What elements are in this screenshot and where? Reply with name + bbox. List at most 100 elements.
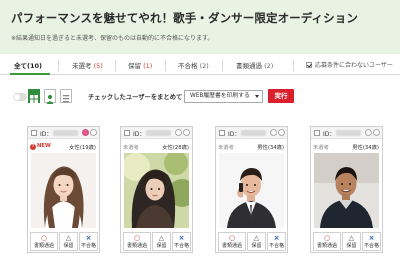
tab-count: (2): [264, 62, 274, 70]
applicant-photo[interactable]: [219, 153, 284, 228]
pass-button[interactable]: ○ 書類通過: [218, 232, 246, 251]
card-header: ID：: [121, 127, 192, 139]
applicant-card[interactable]: ID： 未選考 女性(28歳) ○ 書類通過 △ 保留 × 不合格: [120, 126, 193, 253]
circle-icon: ○: [133, 234, 141, 242]
list-view-button[interactable]: [60, 89, 72, 103]
hold-button[interactable]: △ 保留: [342, 232, 361, 251]
pass-button[interactable]: ○ 書類通過: [30, 232, 58, 251]
woman-outdoor-photo: [124, 153, 189, 228]
triangle-icon: △: [348, 234, 355, 242]
circle-icon: ○: [40, 234, 48, 242]
tab-count: (10): [27, 62, 42, 70]
woman-long-hair-photo: [31, 153, 96, 228]
redacted-id: [241, 130, 266, 136]
card-actions: ○ 書類通過 △ 保留 × 不合格: [30, 232, 98, 251]
hold-label: 保留: [251, 243, 262, 249]
hold-button[interactable]: △ 保留: [152, 232, 171, 251]
pass-label: 書類通過: [126, 243, 147, 249]
applicant-card[interactable]: ID： 未選考 男性(34歳) ○ 書類通過 △ 保留 × 不合格: [215, 126, 288, 253]
pass-label: 書類通過: [221, 243, 242, 249]
favorite-icon[interactable]: [270, 129, 277, 136]
tab-hold[interactable]: 保留 (1): [128, 60, 152, 70]
triangle-icon: △: [158, 234, 165, 242]
memo-icon[interactable]: [278, 129, 285, 136]
tab-label: 不合格: [178, 62, 198, 70]
pass-label: 書類通過: [33, 243, 54, 249]
applicant-photo[interactable]: [314, 153, 379, 228]
grid-icon: [30, 95, 38, 103]
triangle-icon: △: [65, 234, 72, 242]
tab-count: (5): [93, 62, 103, 70]
pass-button[interactable]: ○ 書類通過: [123, 232, 151, 251]
tab-label: 未選考: [72, 62, 92, 70]
reject-label: 不合格: [80, 243, 96, 249]
grid-view-button[interactable]: [28, 89, 40, 103]
tab-all[interactable]: 全て(10): [14, 60, 42, 70]
tab-label: 全て: [14, 62, 27, 70]
tab-divider: [58, 60, 59, 71]
card-actions: ○ 書類通過 △ 保留 × 不合格: [123, 232, 191, 251]
applicant-photo[interactable]: [124, 153, 189, 228]
card-id-label: ID：: [133, 131, 146, 138]
tab-unreviewed[interactable]: 未選考 (5): [72, 60, 103, 70]
page-subtitle: ※結果通知日を過ぎると未選考、保留のものは自動的に不合格になります。: [11, 35, 214, 42]
view-toggle-switch[interactable]: [13, 93, 27, 101]
card-id-label: ID：: [40, 131, 53, 138]
favorite-icon[interactable]: [365, 129, 372, 136]
triangle-icon: △: [253, 234, 260, 242]
card-header: ID：: [28, 127, 99, 139]
circle-icon: ○: [323, 234, 331, 242]
card-header: ID：: [216, 127, 287, 139]
cross-icon: ×: [178, 234, 185, 242]
applicant-card[interactable]: ID： 未選考 男性(34歳) ○ 書類通過 △ 保留 × 不合格: [310, 126, 383, 253]
man-phone-photo: [219, 153, 284, 228]
mismatch-filter[interactable]: 応募条件に合わないユーザー: [306, 60, 393, 69]
card-checkbox[interactable]: [219, 130, 225, 136]
applicant-card[interactable]: ID： ! NEW 女性(19歳) ○ 書類通過 △ 保留 × 不合格: [27, 126, 100, 253]
status-badge: 未選考: [313, 145, 329, 151]
mismatch-checkbox[interactable]: [306, 62, 312, 68]
card-checkbox[interactable]: [31, 130, 37, 136]
gender-age: 女性(28歳): [162, 145, 189, 151]
circle-icon: ○: [228, 234, 236, 242]
cross-icon: ×: [273, 234, 280, 242]
reject-button[interactable]: × 不合格: [267, 232, 286, 251]
reject-button[interactable]: × 不合格: [362, 232, 381, 251]
tab-divider: [115, 60, 116, 71]
card-checkbox[interactable]: [124, 130, 130, 136]
run-button[interactable]: 実行: [268, 89, 294, 103]
reject-button[interactable]: × 不合格: [172, 232, 191, 251]
tab-label: 保留: [128, 62, 141, 70]
memo-icon[interactable]: [183, 129, 190, 136]
hold-label: 保留: [63, 243, 74, 249]
cross-icon: ×: [85, 234, 92, 242]
hold-button[interactable]: △ 保留: [59, 232, 78, 251]
tab-passed[interactable]: 書類通過 (2): [236, 60, 273, 70]
reject-label: 不合格: [363, 243, 379, 249]
reject-button[interactable]: × 不合格: [79, 232, 98, 251]
person-icon: [46, 95, 54, 104]
tab-count: (2): [199, 62, 209, 70]
pass-button[interactable]: ○ 書類通過: [313, 232, 341, 251]
status-text: NEW: [37, 143, 51, 149]
bulk-action-select[interactable]: WEB履歴書を印刷する: [184, 90, 263, 103]
memo-icon[interactable]: [90, 129, 97, 136]
tab-rejected[interactable]: 不合格 (2): [178, 60, 209, 70]
gender-age: 女性(19歳): [69, 145, 96, 151]
card-checkbox[interactable]: [314, 130, 320, 136]
gender-age: 男性(34歳): [257, 145, 284, 151]
tab-divider: [293, 60, 294, 71]
hold-button[interactable]: △ 保留: [247, 232, 266, 251]
active-tab-indicator: [10, 73, 50, 75]
reject-label: 不合格: [268, 243, 284, 249]
tab-count: (1): [143, 62, 153, 70]
favorite-icon[interactable]: [175, 129, 182, 136]
redacted-id: [146, 130, 171, 136]
bulk-action-value: WEB履歴書を印刷する: [190, 93, 250, 99]
memo-icon[interactable]: [373, 129, 380, 136]
applicant-photo[interactable]: [31, 153, 96, 228]
status-badge: 未選考: [123, 145, 139, 151]
favorite-icon[interactable]: [82, 129, 89, 136]
gender-age: 男性(34歳): [352, 145, 379, 151]
card-view-button[interactable]: [44, 89, 56, 104]
